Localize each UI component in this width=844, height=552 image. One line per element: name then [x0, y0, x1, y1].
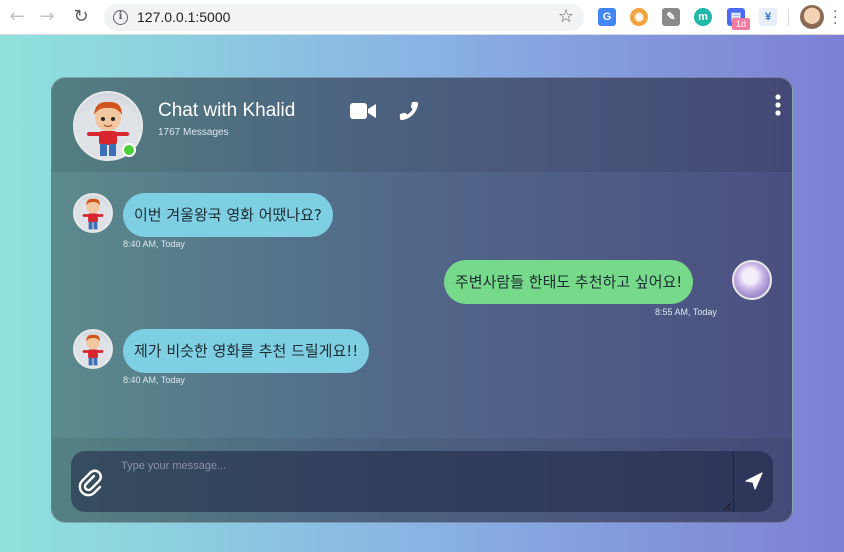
send-button[interactable]: [733, 451, 773, 512]
doc-extension-icon[interactable]: ¥: [759, 8, 777, 26]
message-bubble-incoming: 이번 겨울왕국 영화 어땠나요?: [123, 193, 333, 237]
more-options-icon[interactable]: [774, 94, 782, 116]
resize-handle-icon[interactable]: [723, 502, 732, 511]
browser-toolbar: ← → ↻ i 127.0.0.1:5000 ☆ G ◉ ✎ m ▤ 1d ¥ …: [0, 0, 844, 35]
phone-icon[interactable]: [398, 100, 420, 122]
user-avatar: [732, 260, 772, 300]
browser-menu-icon[interactable]: · · ·: [833, 5, 837, 31]
address-bar[interactable]: i 127.0.0.1:5000 ☆: [104, 4, 584, 31]
pen-extension-icon[interactable]: ✎: [662, 8, 680, 26]
forward-arrow-icon[interactable]: →: [36, 6, 58, 28]
back-arrow-icon[interactable]: ←: [6, 6, 28, 28]
send-arrow-icon: [745, 472, 763, 490]
glasses-extension-icon[interactable]: ◉: [630, 8, 648, 26]
message-composer: [71, 451, 773, 512]
info-icon[interactable]: i: [113, 10, 128, 25]
address-url[interactable]: 127.0.0.1:5000: [137, 9, 230, 25]
message-bubble-outgoing: 주변사람들 한태도 추천하고 싶어요!: [444, 260, 694, 304]
contact-message-avatar: [73, 329, 113, 369]
boy-character-icon: [82, 334, 104, 366]
reload-icon[interactable]: ↻: [70, 6, 92, 28]
message-input[interactable]: [111, 451, 733, 512]
chat-title: Chat with Khalid: [158, 100, 296, 121]
bookmark-star-icon[interactable]: ☆: [558, 6, 574, 27]
chat-header: Chat with Khalid 1767 Messages: [52, 78, 792, 172]
contact-message-avatar: [73, 193, 113, 233]
google-translate-icon[interactable]: G: [598, 8, 616, 26]
chat-window: Chat with Khalid 1767 Messages 이번 겨울왕국 영…: [51, 77, 793, 523]
boy-character-icon: [82, 198, 104, 230]
online-status-indicator: [122, 143, 136, 157]
m-extension-icon[interactable]: m: [694, 8, 712, 26]
attach-button[interactable]: [71, 451, 111, 512]
message-count: 1767 Messages: [158, 127, 229, 138]
chat-footer: [52, 438, 792, 522]
toolbar-divider: [788, 9, 789, 26]
paperclip-icon: [78, 469, 102, 497]
message-bubble-incoming: 제가 비슷한 영화를 추천 드릴게요!!: [123, 329, 370, 373]
video-camera-icon[interactable]: [350, 102, 376, 120]
profile-avatar[interactable]: [800, 5, 824, 29]
message-timestamp: 8:40 AM, Today: [123, 239, 185, 249]
message-timestamp: 8:55 AM, Today: [655, 307, 717, 317]
message-timestamp: 8:40 AM, Today: [123, 375, 185, 385]
calendar-badge: 1d: [732, 18, 750, 30]
